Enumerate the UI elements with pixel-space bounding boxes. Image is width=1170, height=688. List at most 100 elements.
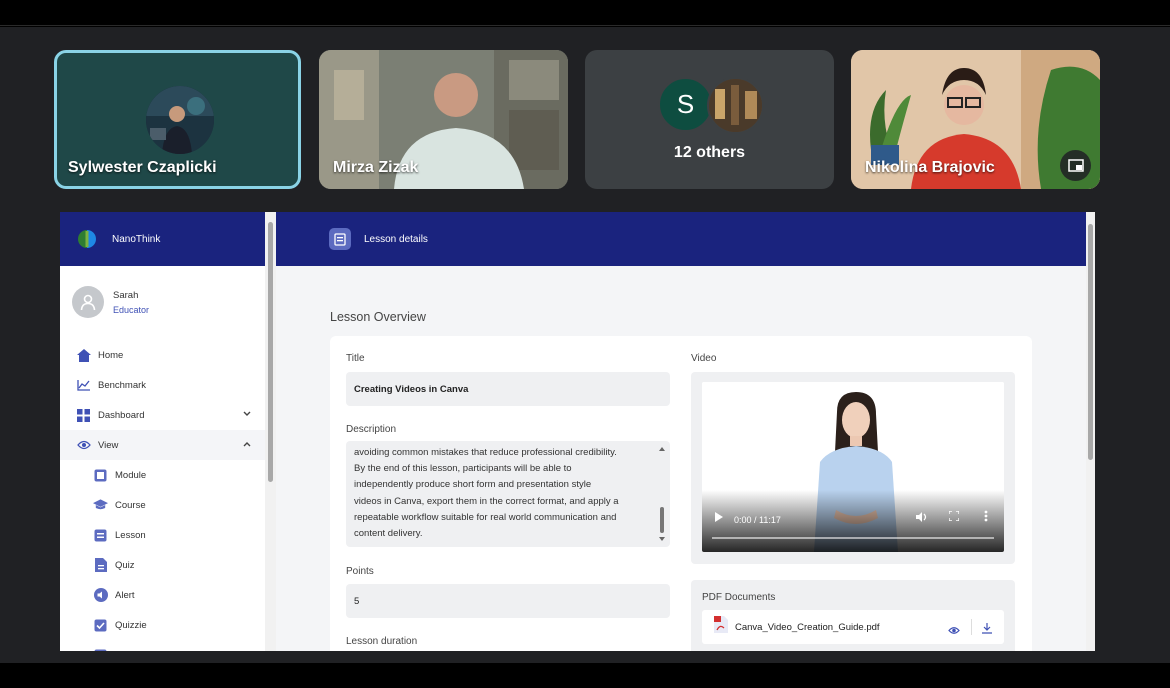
sidebar-item-dashboard[interactable]: Dashboard: [60, 400, 267, 430]
sidebar-item-benchmark[interactable]: Benchmark: [60, 370, 267, 400]
graduation-cap-icon: [93, 498, 108, 513]
checkbox-icon: [93, 618, 108, 633]
sidebar-scrollbar[interactable]: [265, 212, 276, 651]
video-progress-bar[interactable]: [712, 537, 994, 539]
scrollbar-thumb[interactable]: [1088, 224, 1093, 460]
lesson-icon: [93, 528, 108, 543]
download-icon[interactable]: [982, 621, 992, 639]
user-role: Educator: [113, 304, 150, 315]
list-icon: [93, 648, 108, 651]
play-icon[interactable]: [714, 509, 723, 527]
sidebar-item-home[interactable]: Home: [60, 340, 267, 370]
quiz-icon: [93, 558, 108, 573]
sidebar-item-label: Home: [98, 349, 124, 361]
sidebar-item-label: Alert: [115, 589, 135, 601]
chart-line-icon: [76, 378, 91, 393]
pdf-file-icon: [714, 616, 728, 638]
others-count-label: 12 others: [673, 144, 746, 161]
home-icon: [76, 348, 91, 363]
duration-label: Lesson duration: [346, 636, 418, 647]
fullscreen-icon[interactable]: [948, 508, 960, 526]
sidebar-item-label: Lesson: [115, 529, 146, 541]
pdf-file-row[interactable]: Canva_Video_Creation_Guide.pdf: [702, 610, 1004, 644]
sidebar-header: NanoThink: [60, 212, 267, 266]
participant-name: Mirza Zizak: [333, 159, 419, 176]
sidebar-item-label: Quizzie: [115, 619, 147, 631]
sidebar: NanoThink Sarah Educator Home Benchmark: [60, 212, 267, 651]
sidebar-item-partial[interactable]: [60, 640, 267, 651]
participant-tile[interactable]: Mirza Zizak: [319, 50, 568, 189]
participant-tile-others[interactable]: S 12 others: [585, 50, 834, 189]
shared-screen: NanoThink Sarah Educator Home Benchmark: [60, 212, 1095, 651]
page-title: Lesson details: [364, 233, 428, 245]
sidebar-item-course[interactable]: Course: [60, 490, 267, 520]
picture-in-picture-icon[interactable]: [1060, 150, 1091, 181]
description-line: avoiding common mistakes that reduce pro…: [354, 447, 617, 458]
video-controls: 0:00 / 11:17: [702, 490, 1004, 552]
view-eye-icon[interactable]: [948, 622, 960, 640]
user-name: Sarah: [113, 289, 139, 301]
main-scrollbar[interactable]: [1086, 212, 1095, 651]
description-label: Description: [346, 424, 397, 435]
chevron-down-icon: [243, 409, 251, 420]
dashboard-icon: [76, 408, 91, 423]
speaker-icon: [93, 588, 108, 603]
participant-tile[interactable]: Nikolina Brajovic: [851, 50, 1100, 189]
chevron-up-icon: [243, 439, 251, 450]
bottom-bar: [0, 663, 1170, 688]
description-textarea[interactable]: avoiding common mistakes that reduce pro…: [346, 441, 670, 547]
participant-avatar: [146, 86, 214, 154]
module-icon: [93, 468, 108, 483]
user-profile[interactable]: Sarah Educator: [60, 266, 267, 330]
pdf-documents-label: PDF Documents: [702, 592, 776, 603]
points-label: Points: [346, 566, 374, 577]
sidebar-item-label: Dashboard: [98, 409, 145, 421]
scrollbar-thumb[interactable]: [268, 222, 273, 482]
lesson-card: Title Creating Videos in Canva Descripti…: [330, 336, 1032, 651]
points-field[interactable]: 5: [346, 584, 670, 618]
video-time: 0:00 / 11:17: [734, 515, 781, 525]
participant-avatar: [707, 77, 764, 134]
description-text: avoiding common mistakes that reduce pro…: [354, 445, 654, 542]
description-line: independently produce short form and pre…: [354, 479, 592, 491]
user-avatar-icon: [72, 286, 104, 318]
sidebar-item-label: View: [98, 439, 119, 451]
eye-icon: [76, 438, 91, 453]
sidebar-item-view[interactable]: View: [60, 430, 267, 460]
page-header: Lesson details: [276, 212, 1086, 266]
sidebar-item-alert[interactable]: Alert: [60, 580, 267, 610]
sidebar-nav: Home Benchmark Dashboard View Module Cou…: [60, 340, 267, 651]
title-field[interactable]: Creating Videos in Canva: [346, 372, 670, 406]
video-container: 0:00 / 11:17: [691, 372, 1015, 564]
textarea-scrollbar[interactable]: [658, 445, 666, 543]
pdf-file-name: Canva_Video_Creation_Guide.pdf: [735, 621, 880, 633]
video-label: Video: [691, 353, 717, 364]
description-line: repeatable workflow suitable for real wo…: [354, 511, 617, 523]
book-icon: [329, 228, 351, 250]
sidebar-item-label: Module: [115, 469, 147, 481]
participant-tile-active[interactable]: Sylwester Czaplicki: [54, 50, 301, 189]
title-label: Title: [346, 353, 365, 364]
description-line: By the end of this lesson, participants …: [354, 463, 572, 475]
section-title: Lesson Overview: [330, 310, 426, 324]
more-options-icon[interactable]: [984, 509, 988, 527]
nanothink-logo: [76, 228, 98, 250]
sidebar-item-lesson[interactable]: Lesson: [60, 520, 267, 550]
volume-icon[interactable]: [916, 509, 928, 527]
sidebar-item-label: Benchmark: [98, 379, 147, 391]
description-line: content delivery.: [354, 528, 423, 540]
main-content: Lesson details Lesson Overview Title Cre…: [276, 212, 1086, 651]
top-bar: [0, 0, 1170, 26]
description-line: videos in Canva, export them in the corr…: [354, 495, 619, 507]
sidebar-item-quizzie[interactable]: Quizzie: [60, 610, 267, 640]
sidebar-item-module[interactable]: Module: [60, 460, 267, 490]
participant-name: Nikolina Brajovic: [865, 159, 995, 176]
pdf-documents-section: PDF Documents Canva_Video_Creation_Guide…: [691, 580, 1015, 651]
sidebar-item-label: Course: [115, 499, 146, 511]
participant-name: Sylwester Czaplicki: [68, 159, 217, 176]
video-player[interactable]: 0:00 / 11:17: [702, 382, 1004, 552]
participant-initial-avatar: S: [658, 77, 713, 132]
brand-name: NanoThink: [112, 233, 161, 245]
sidebar-item-quiz[interactable]: Quiz: [60, 550, 267, 580]
divider: [971, 619, 972, 635]
